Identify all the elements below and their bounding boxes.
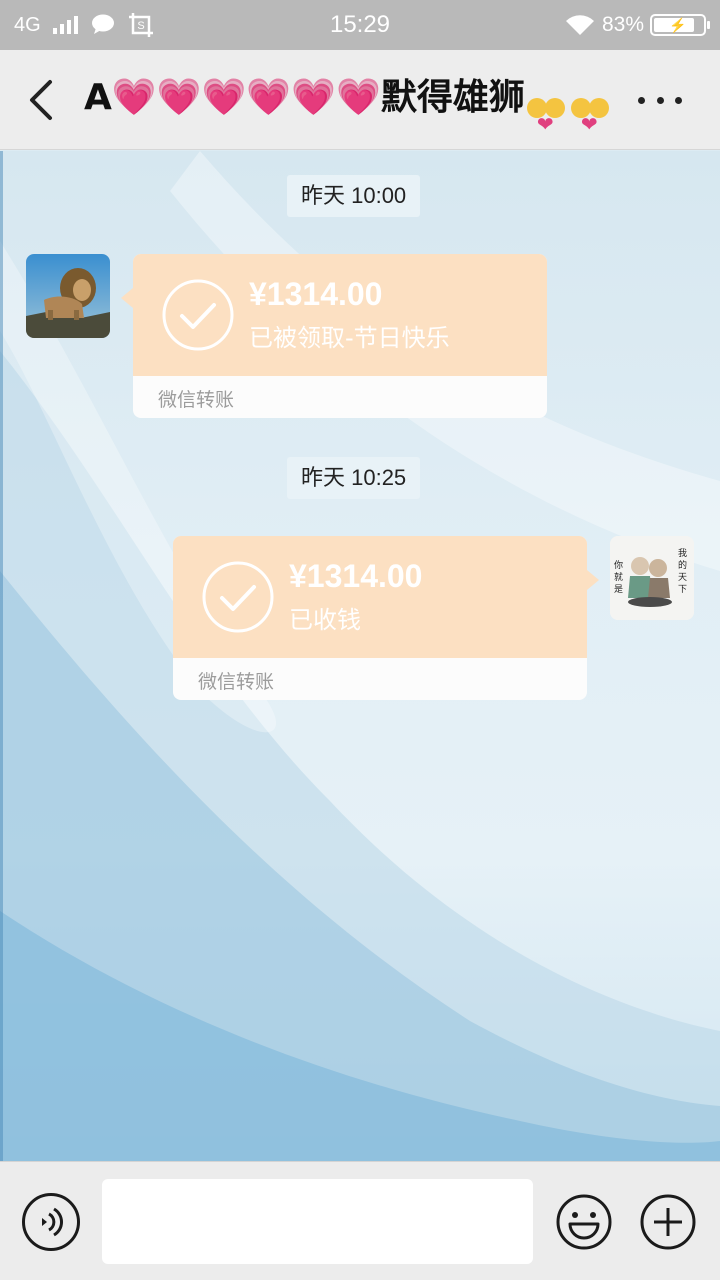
transfer-amount: ¥1314.00: [249, 276, 383, 312]
couple-avatar[interactable]: 你就是 我的天下: [610, 536, 694, 620]
contact-name: 默得雄狮: [380, 77, 525, 118]
dot: [638, 96, 645, 104]
check-circle-icon: [202, 561, 274, 633]
battery-icon: ⚡: [650, 14, 710, 36]
check-circle-icon: [162, 279, 234, 351]
plus-icon: [640, 1194, 696, 1250]
couple-emoji-icon: ❤ ❤: [526, 74, 609, 136]
bubble-tail: [587, 570, 599, 590]
title-prefix: A: [84, 77, 112, 118]
transfer-status: 已被领取-节日快乐: [249, 324, 450, 352]
timestamp: 昨天 10:25: [287, 457, 421, 499]
avatar-text-left: 你就是: [614, 561, 624, 595]
transfer-status: 已收钱: [289, 606, 361, 634]
lion-avatar[interactable]: [26, 254, 110, 338]
voice-icon: [42, 1207, 64, 1237]
transfer-card[interactable]: ¥1314.00 已收钱 微信转账: [173, 536, 599, 700]
emoji-icon: [556, 1194, 612, 1250]
voice-button[interactable]: [22, 1193, 80, 1251]
timestamp: 昨天 10:00: [287, 175, 421, 217]
transfer-footer: 微信转账: [158, 389, 235, 411]
plus-button[interactable]: [639, 1193, 697, 1251]
emoji-button[interactable]: [555, 1193, 613, 1251]
dot: [656, 96, 664, 104]
input-bar: [0, 1161, 720, 1280]
message-input[interactable]: [102, 1179, 533, 1264]
status-bar: 4G S 15:29 83% ⚡: [0, 0, 720, 50]
lion-image: [26, 254, 110, 338]
bubble-tail: [121, 288, 133, 308]
chat-area[interactable]: 昨天 10:00 ¥1314.00 已被领取-节日快乐 微信转账 昨天 10:2…: [0, 151, 720, 1161]
status-right: 83% ⚡: [564, 0, 710, 50]
transfer-amount: ¥1314.00: [289, 558, 423, 594]
chat-header: A💗💗💗💗💗💗默得雄狮 ❤ ❤: [0, 50, 720, 150]
battery-percent: 83%: [601, 13, 644, 36]
bolt-icon: ⚡: [669, 17, 687, 33]
avatar-text-right: 我的天下: [678, 549, 688, 595]
chevron-left-icon: [30, 80, 52, 120]
transfer-footer: 微信转账: [198, 671, 275, 693]
more-button[interactable]: [638, 82, 682, 118]
transfer-card[interactable]: ¥1314.00 已被领取-节日快乐 微信转账: [121, 254, 547, 418]
wifi-icon: [565, 15, 594, 35]
back-button[interactable]: [22, 78, 62, 122]
title-hearts: 💗💗💗💗💗💗: [111, 77, 381, 118]
dot: [675, 96, 682, 104]
chat-title: A💗💗💗💗💗💗默得雄狮 ❤ ❤: [84, 50, 609, 150]
